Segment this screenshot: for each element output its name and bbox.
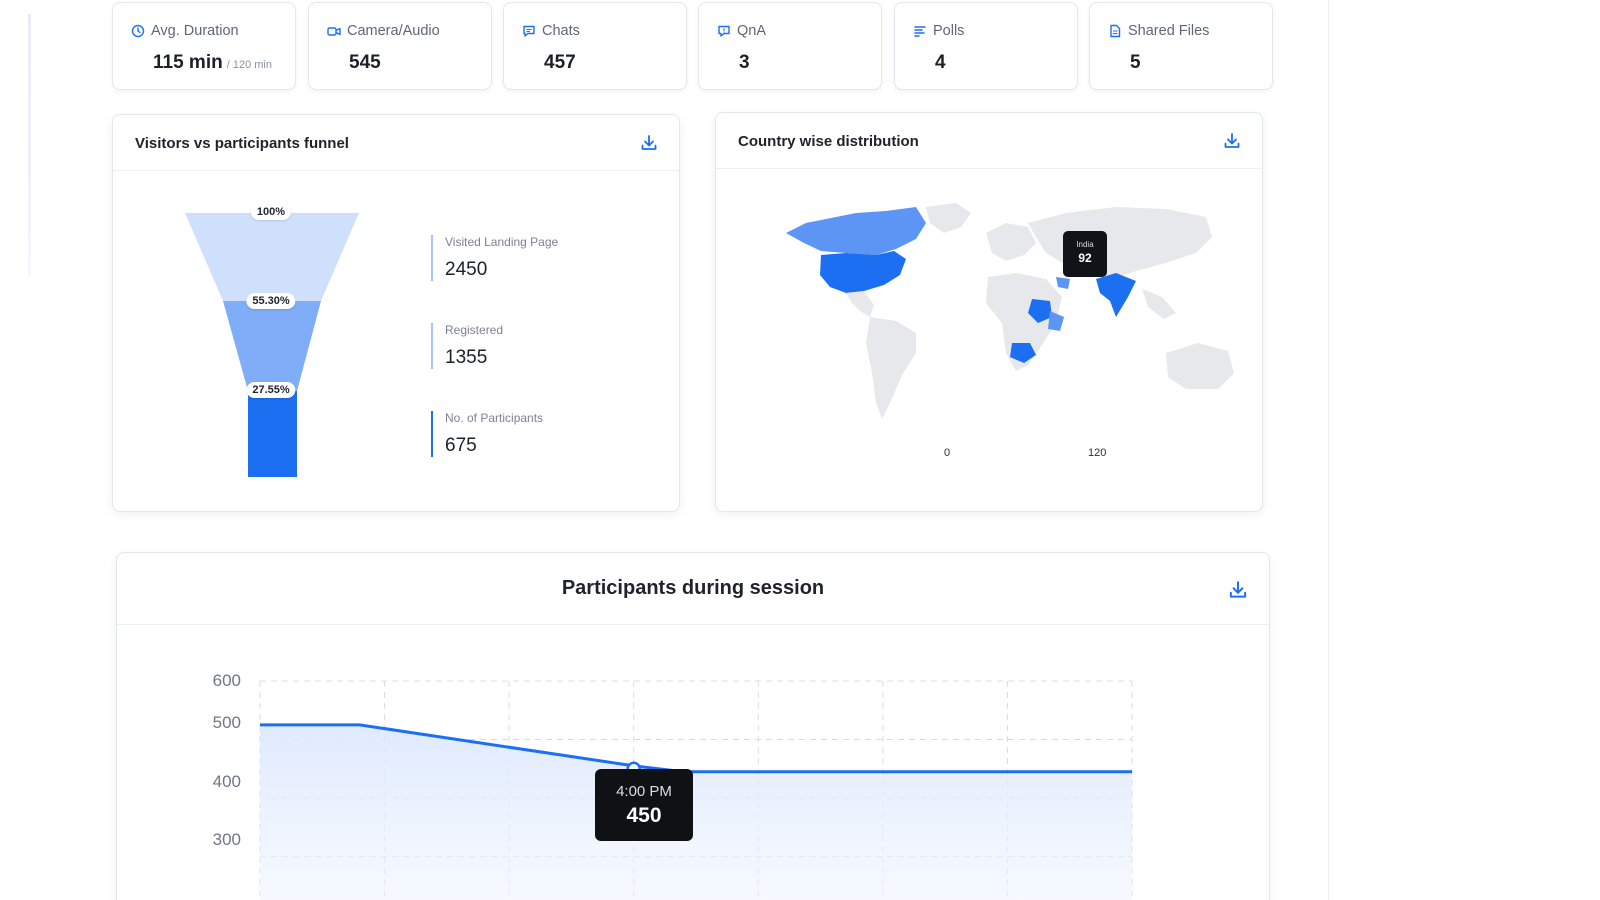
stat-value: 5	[1130, 52, 1141, 74]
stat-value-sub: / 120 min	[226, 59, 272, 71]
stat-value-number: 115 min	[153, 52, 223, 73]
map-region-south-america	[866, 317, 916, 419]
map-legend-min: 0	[944, 447, 951, 459]
country-map-download-icon[interactable]	[1222, 131, 1242, 151]
country-map-panel-title: Country wise distribution	[738, 133, 919, 150]
stat-value-number: 457	[544, 52, 576, 73]
stat-label: Camera/Audio	[347, 23, 440, 39]
funnel-stat-label: Visited Landing Page	[445, 235, 559, 249]
map-legend-max: 120	[1088, 447, 1107, 459]
map-tooltip-country: India	[1076, 240, 1094, 249]
funnel-download-icon[interactable]	[639, 133, 659, 153]
funnel-stat-value: 1355	[445, 347, 488, 368]
stat-card-chats: Chats 457	[503, 2, 687, 90]
stat-value-number: 4	[935, 52, 946, 73]
qna-icon	[718, 25, 730, 37]
funnel-percent-label: 55.30%	[246, 293, 296, 309]
stat-label: Shared Files	[1128, 23, 1210, 39]
funnel-percent-label: 27.55%	[246, 382, 296, 398]
stat-card-polls: Polls 4	[894, 2, 1078, 90]
funnel-stage-visited	[185, 213, 359, 301]
stat-card-camera-audio: Camera/Audio 545	[308, 2, 492, 90]
stat-value: 4	[935, 52, 946, 74]
session-line-chart	[258, 680, 1134, 900]
funnel-stage-participants	[248, 391, 297, 477]
map-region-canada[interactable]	[786, 207, 926, 255]
stat-value: 545	[349, 52, 381, 74]
stat-label: Chats	[542, 23, 580, 39]
map-region-ethiopia[interactable]	[1048, 311, 1064, 331]
stat-label: Polls	[933, 23, 965, 39]
series-point	[358, 723, 362, 727]
stat-value: 457	[544, 52, 576, 74]
stat-value: 3	[739, 52, 750, 74]
funnel-stat-label: No. of Participants	[445, 411, 544, 425]
polls-icon	[914, 26, 926, 37]
map-region-southeast-asia	[1142, 289, 1176, 319]
stat-card-shared-files: Shared Files 5	[1089, 2, 1273, 90]
funnel-stat-registered: Registered 1355	[431, 323, 503, 369]
map-region-middle-east[interactable]	[1056, 277, 1070, 289]
funnel-percent-label: 100%	[250, 204, 292, 220]
map-tooltip: India 92	[1063, 231, 1107, 277]
funnel-panel-header: Visitors vs participants funnel	[113, 115, 679, 171]
stat-value-number: 3	[739, 52, 750, 73]
stat-card-qna: QnA 3	[698, 2, 882, 90]
map-region-australia	[1166, 343, 1234, 389]
funnel-stat-participants: No. of Participants 675	[431, 411, 543, 457]
map-region-india[interactable]	[1096, 273, 1136, 317]
funnel-panel: Visitors vs participants funnel 100% 55.…	[112, 114, 680, 512]
stat-label: QnA	[737, 23, 767, 39]
stat-card-header: Avg. Duration	[131, 23, 239, 39]
stat-value-number: 5	[1130, 52, 1141, 73]
right-divider	[1328, 0, 1329, 900]
map-region-europe	[986, 223, 1036, 261]
chat-icon	[523, 25, 535, 37]
stat-label: Avg. Duration	[151, 23, 239, 39]
country-map-panel: Country wise distribution 0 120 India 92	[715, 112, 1263, 512]
chart-tooltip-value: 450	[626, 804, 662, 827]
stat-card-header: Polls	[913, 23, 964, 39]
funnel-stat-value: 2450	[445, 259, 488, 280]
stat-card-header: Chats	[522, 23, 580, 39]
funnel-stat-visited: Visited Landing Page 2450	[431, 235, 558, 281]
funnel-panel-title: Visitors vs participants funnel	[135, 135, 349, 152]
clock-icon	[131, 24, 145, 38]
series-area	[260, 724, 1132, 900]
country-map-panel-header: Country wise distribution	[716, 113, 1262, 169]
map-region-usa[interactable]	[820, 251, 906, 293]
funnel-stage-registered	[223, 301, 321, 391]
map-region-central-america	[846, 291, 874, 317]
stat-value-number: 545	[349, 52, 381, 73]
chart-tooltip: 4:00 PM 450	[595, 769, 693, 841]
map-region-greenland	[926, 203, 971, 233]
funnel-stat-value: 675	[445, 435, 477, 456]
map-tooltip-value: 92	[1078, 251, 1092, 265]
stat-card-header: Camera/Audio	[327, 23, 440, 39]
series-point	[1130, 770, 1134, 774]
stat-card-header: Shared Files	[1108, 23, 1209, 39]
world-map	[786, 203, 1234, 419]
session-chart-panel: Participants during session 600 500 400 …	[116, 552, 1270, 900]
left-divider	[28, 14, 31, 276]
series-point	[258, 723, 262, 727]
stat-card-header: QnA	[717, 23, 766, 39]
camera-icon	[327, 27, 341, 36]
file-icon	[1110, 24, 1121, 38]
funnel-stat-label: Registered	[445, 323, 504, 337]
stat-card-avg-duration: Avg. Duration 115 min/ 120 min	[112, 2, 296, 90]
chart-tooltip-time: 4:00 PM	[616, 783, 672, 800]
funnel-chart	[185, 213, 359, 477]
stat-value: 115 min/ 120 min	[153, 52, 272, 74]
map-region-asia	[1028, 207, 1212, 279]
